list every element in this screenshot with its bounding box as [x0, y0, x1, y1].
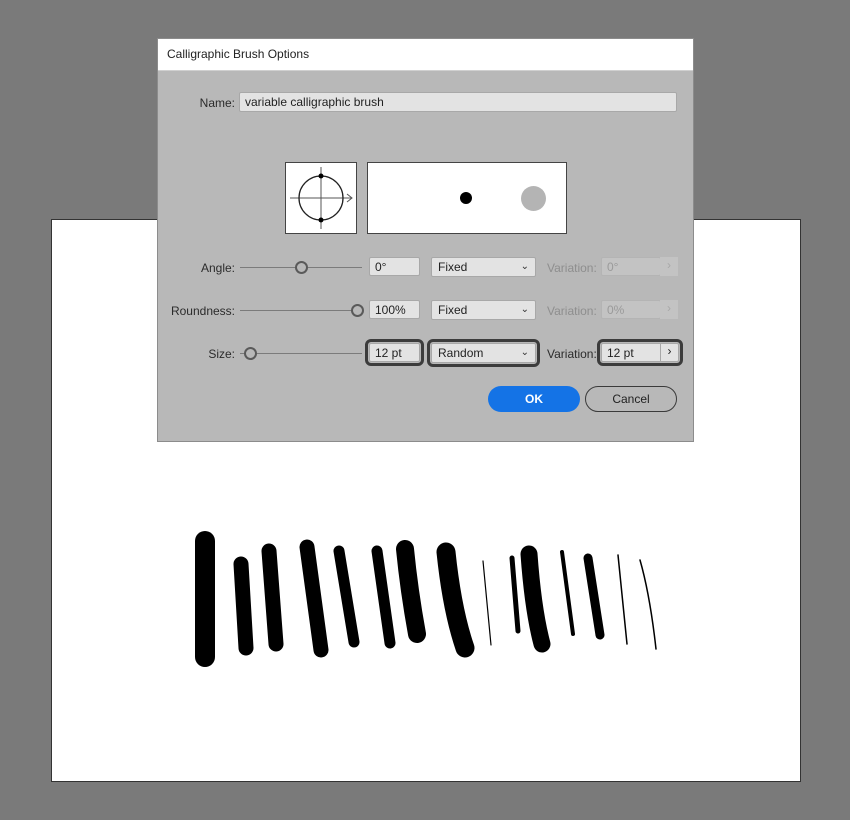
- brush-stroke: [333, 545, 360, 648]
- roundness-mode-select[interactable]: Fixed ⌄: [431, 300, 536, 320]
- size-mode-select[interactable]: Random ⌄: [427, 339, 540, 367]
- roundness-variation-input[interactable]: 0%: [601, 300, 661, 319]
- chevron-right-icon: ›: [667, 258, 671, 272]
- angle-variation-input[interactable]: 0°: [601, 257, 661, 276]
- brush-stroke: [560, 550, 575, 636]
- brush-size-dot: [460, 192, 472, 204]
- roundness-label: Roundness:: [170, 304, 235, 318]
- brush-stroke: [617, 554, 628, 645]
- angle-label: Angle:: [200, 261, 235, 275]
- cancel-button[interactable]: Cancel: [585, 386, 677, 412]
- dialog-title: Calligraphic Brush Options: [167, 47, 310, 61]
- chevron-right-icon: ›: [667, 344, 672, 358]
- roundness-variation-label: Variation:: [547, 304, 597, 318]
- dialog-titlebar[interactable]: Calligraphic Brush Options: [158, 39, 693, 71]
- chevron-right-icon: ›: [667, 301, 671, 315]
- size-mode-value: Random: [438, 346, 484, 360]
- brush-stroke: [520, 545, 551, 653]
- size-input[interactable]: 12 pt: [365, 339, 424, 366]
- roundness-slider-knob[interactable]: [351, 304, 364, 317]
- roundness-variation-stepper[interactable]: ›: [660, 300, 678, 319]
- brush-stroke: [371, 545, 396, 649]
- brush-stroke: [436, 542, 475, 658]
- angle-input[interactable]: 0°: [369, 257, 420, 276]
- brush-stroke: [639, 559, 657, 650]
- angle-variation-stepper[interactable]: ›: [660, 257, 678, 276]
- calligraphic-brush-options-dialog: Calligraphic Brush Options Name: variabl…: [157, 38, 694, 442]
- size-variation-stepper[interactable]: ›: [660, 343, 678, 362]
- brush-stroke: [233, 556, 254, 656]
- brush-stroke: [509, 555, 521, 634]
- size-variation-label: Variation:: [547, 347, 597, 361]
- chevron-down-icon: ⌄: [520, 304, 529, 315]
- size-slider-knob[interactable]: [244, 347, 257, 360]
- angle-mode-select[interactable]: Fixed ⌄: [431, 257, 536, 277]
- chevron-down-icon: ⌄: [520, 261, 529, 272]
- brush-variation-dot: [521, 186, 546, 211]
- size-slider-track[interactable]: [240, 353, 362, 354]
- brush-angle-preview-icon: [290, 167, 353, 229]
- brush-stroke: [583, 553, 605, 640]
- ok-button[interactable]: OK: [488, 386, 580, 412]
- angle-slider-knob[interactable]: [295, 261, 308, 274]
- roundness-input[interactable]: 100%: [369, 300, 420, 319]
- angle-mode-value: Fixed: [438, 260, 468, 274]
- brush-angle-preview[interactable]: [285, 162, 357, 234]
- size-label: Size:: [208, 347, 235, 361]
- name-label: Name:: [199, 96, 235, 110]
- brush-size-preview: [367, 162, 567, 234]
- name-input[interactable]: variable calligraphic brush: [239, 92, 677, 112]
- brush-stroke: [482, 560, 492, 646]
- brush-stroke: [396, 540, 426, 643]
- roundness-slider-track[interactable]: [240, 310, 357, 311]
- angle-variation-label: Variation:: [547, 261, 597, 275]
- chevron-down-icon: ⌄: [520, 347, 529, 358]
- brush-stroke: [261, 543, 284, 652]
- brush-stroke: [299, 539, 329, 658]
- roundness-mode-value: Fixed: [438, 303, 468, 317]
